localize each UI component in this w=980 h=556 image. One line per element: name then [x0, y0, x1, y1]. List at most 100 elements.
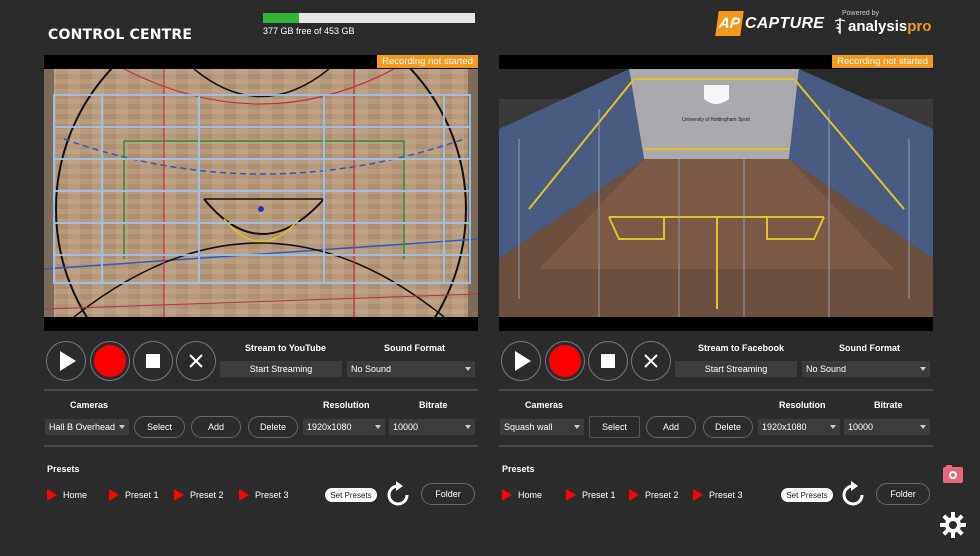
play-icon: [515, 351, 531, 371]
set-presets-button[interactable]: Set Presets: [325, 488, 377, 502]
preset-arrow-icon: [629, 489, 639, 501]
record-button[interactable]: [545, 341, 585, 381]
video-preview-right[interactable]: University of Nottingham Sport Recording…: [499, 55, 933, 331]
close-button[interactable]: [176, 341, 216, 381]
record-button[interactable]: [90, 341, 130, 381]
camera-panel-left: Recording not started Stream to YouTube …: [44, 55, 478, 506]
video-preview-left[interactable]: Recording not started: [44, 55, 478, 331]
dropdown-arrow-icon: [465, 425, 471, 429]
preset-arrow-icon: [47, 489, 57, 501]
bitrate-label: Bitrate: [419, 400, 448, 410]
resolution-value: 1920x1080: [307, 422, 352, 432]
preset-label: Preset 2: [645, 490, 679, 500]
photo-icon[interactable]: [943, 465, 963, 483]
squash-sign-text: University of Nottingham Sport: [682, 117, 750, 123]
preset-label: Preset 3: [255, 490, 289, 500]
dropdown-arrow-icon: [574, 425, 580, 429]
sound-format-value: No Sound: [351, 364, 392, 374]
preset-2[interactable]: Preset 2: [174, 489, 224, 501]
analysis-pro-logo: Powered by analysis pro: [834, 10, 931, 35]
delete-camera-button[interactable]: Delete: [703, 416, 753, 438]
dropdown-arrow-icon: [830, 425, 836, 429]
sound-format-label: Sound Format: [384, 343, 445, 353]
disk-usage-fill: [263, 13, 300, 23]
play-button[interactable]: [46, 341, 86, 381]
start-streaming-button[interactable]: Start Streaming: [675, 361, 797, 377]
preset-label: Home: [63, 490, 88, 500]
divider: [44, 389, 478, 391]
add-camera-button[interactable]: Add: [646, 416, 696, 438]
resolution-select[interactable]: 1920x1080: [758, 419, 840, 435]
gear-icon[interactable]: [939, 511, 967, 539]
sound-format-label: Sound Format: [839, 343, 900, 353]
select-camera-button[interactable]: Select: [134, 416, 185, 438]
preset-arrow-icon: [693, 489, 703, 501]
preset-3[interactable]: Preset 3: [693, 489, 743, 501]
play-icon: [60, 351, 76, 371]
camera-panel-right: University of Nottingham Sport Recording…: [499, 55, 933, 506]
preset-arrow-icon: [109, 489, 119, 501]
disk-usage-text: 377 GB free of 453 GB: [263, 26, 355, 36]
divider: [499, 389, 933, 391]
close-button[interactable]: [631, 341, 671, 381]
close-icon: [644, 354, 658, 368]
record-icon: [549, 345, 581, 377]
bitrate-select[interactable]: 10000: [844, 419, 930, 435]
preset-label: Preset 3: [709, 490, 743, 500]
analysis-logo-text: analysis: [848, 17, 908, 35]
camera-select[interactable]: Squash wall: [500, 419, 584, 435]
resolution-label: Resolution: [779, 400, 826, 410]
preset-1[interactable]: Preset 1: [109, 489, 159, 501]
preset-2[interactable]: Preset 2: [629, 489, 679, 501]
reload-icon[interactable]: [383, 480, 413, 510]
preset-3[interactable]: Preset 3: [239, 489, 289, 501]
stream-label: Stream to YouTube: [245, 343, 327, 353]
preset-arrow-icon: [566, 489, 576, 501]
delete-camera-button[interactable]: Delete: [248, 416, 298, 438]
disk-usage: 377 GB free of 453 GB: [263, 13, 475, 36]
bitrate-value: 10000: [393, 422, 419, 432]
page-title: CONTROL CENTRE: [48, 27, 193, 43]
stream-label: Stream to Facebook: [698, 343, 785, 353]
dropdown-arrow-icon: [375, 425, 381, 429]
preset-1[interactable]: Preset 1: [566, 489, 616, 501]
preset-label: Preset 1: [582, 490, 616, 500]
stop-button[interactable]: [588, 341, 628, 381]
close-icon: [189, 354, 203, 368]
add-camera-button[interactable]: Add: [191, 416, 241, 438]
select-camera-button[interactable]: Select: [589, 416, 640, 438]
preset-arrow-icon: [239, 489, 249, 501]
powered-by-text: Powered by: [842, 10, 879, 17]
set-presets-button[interactable]: Set Presets: [781, 488, 833, 502]
camera-value: Squash wall: [504, 422, 553, 432]
preset-home[interactable]: Home: [47, 489, 87, 501]
play-button[interactable]: [501, 341, 541, 381]
stop-button[interactable]: [133, 341, 173, 381]
sound-format-select[interactable]: No Sound: [347, 361, 475, 377]
reload-icon[interactable]: [838, 480, 868, 510]
dropdown-arrow-icon: [920, 367, 926, 371]
divider: [44, 445, 478, 447]
bitrate-value: 10000: [848, 422, 874, 432]
camera-value: Hall B Overhead: [49, 422, 116, 432]
pro-logo-text: pro: [907, 17, 932, 35]
disk-usage-bar: [263, 13, 475, 23]
resolution-select[interactable]: 1920x1080: [303, 419, 385, 435]
presets-label: Presets: [47, 464, 80, 474]
bitrate-label: Bitrate: [874, 400, 903, 410]
start-streaming-button[interactable]: Start Streaming: [220, 361, 342, 377]
sound-format-select[interactable]: No Sound: [802, 361, 930, 377]
ap-logo-mark: AP: [715, 11, 744, 36]
squash-court-feed: University of Nottingham Sport: [499, 69, 933, 317]
folder-button[interactable]: Folder: [876, 483, 930, 505]
preset-arrow-icon: [174, 489, 184, 501]
folder-button[interactable]: Folder: [421, 483, 475, 505]
recording-status-badge: Recording not started: [832, 55, 933, 68]
resolution-label: Resolution: [323, 400, 370, 410]
sound-format-value: No Sound: [806, 364, 847, 374]
stop-icon: [146, 354, 160, 368]
camera-select[interactable]: Hall B Overhead: [45, 419, 129, 435]
preset-home[interactable]: Home: [502, 489, 542, 501]
dropdown-arrow-icon: [465, 367, 471, 371]
bitrate-select[interactable]: 10000: [389, 419, 475, 435]
